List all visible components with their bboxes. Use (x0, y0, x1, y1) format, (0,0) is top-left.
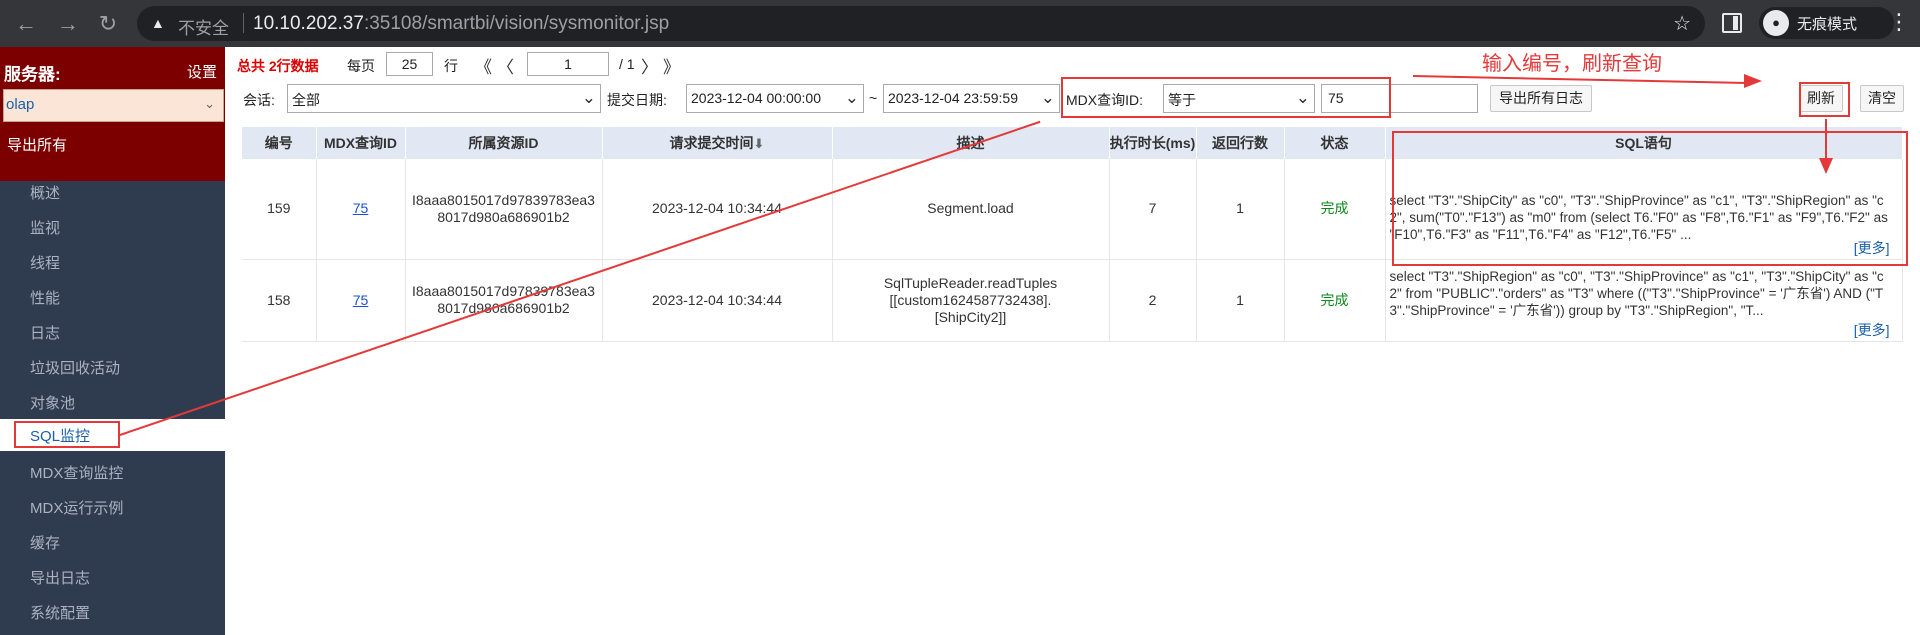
sidebar-item-mdx-query-monitor[interactable]: MDX查询监控 (30, 462, 123, 483)
annotation-box-sql-monitor (14, 421, 120, 448)
page-total: / 1 (619, 56, 635, 72)
cell-row-count: 1 (1196, 259, 1285, 342)
sidebar-item-monitor[interactable]: 监视 (30, 217, 60, 238)
annotation-box-refresh (1799, 82, 1850, 117)
session-label: 会话: (243, 92, 275, 108)
address-bar[interactable]: ▲ 不安全 10.10.202.37:35108/smartbi/vision/… (137, 6, 1705, 41)
next-page-icon[interactable]: 〉 (641, 53, 658, 78)
settings-link[interactable]: 设置 (187, 61, 217, 82)
annotation-line-note (1412, 75, 1753, 85)
table-row: 158 75 I8aaa8015017d97839783ea38017d980a… (242, 259, 1903, 342)
export-all-link[interactable]: 导出所有 (7, 134, 67, 155)
last-page-icon[interactable]: 》 (663, 53, 680, 78)
date-to-select[interactable]: 2023-12-04 23:59:59 ⌄ (883, 84, 1060, 113)
cell-mdx-id: 75 (316, 259, 406, 342)
col-header-status[interactable]: 状态 (1284, 127, 1386, 159)
cell-id: 159 (242, 159, 317, 260)
total-count: 总共 2行数据 (237, 58, 319, 74)
prev-page-icon[interactable]: 〈 (497, 53, 514, 78)
clear-button[interactable]: 清空 (1860, 85, 1904, 112)
col-header-mdx-id[interactable]: MDX查询ID (316, 127, 406, 159)
sql-text: select "T3"."ShipRegion" as "c0", "T3"."… (1389, 268, 1884, 318)
col-header-id[interactable]: 编号 (242, 127, 317, 159)
export-all-logs-button[interactable]: 导出所有日志 (1490, 85, 1592, 112)
chevron-down-icon: ⌄ (1040, 88, 1055, 107)
col-header-row-count[interactable]: 返回行数 (1196, 127, 1285, 159)
incognito-badge[interactable]: ● 无痕模式 (1759, 7, 1894, 39)
chevron-down-icon: ⌄ (581, 88, 596, 107)
cell-id: 158 (242, 259, 317, 342)
sidebar-item-log[interactable]: 日志 (30, 322, 60, 343)
chevron-down-icon: ⌄ (844, 88, 859, 107)
incognito-icon: ● (1763, 10, 1789, 36)
sidebar-item-threads[interactable]: 线程 (30, 252, 60, 273)
cell-mdx-id: 75 (316, 159, 406, 260)
chevron-down-icon: ⌄ (204, 96, 215, 111)
first-page-icon[interactable]: 《 (475, 53, 492, 78)
cell-submit-time: 2023-12-04 10:34:44 (602, 159, 833, 260)
back-icon[interactable]: ← (12, 10, 40, 38)
forward-icon[interactable]: → (54, 10, 82, 38)
omnibox-divider (243, 13, 244, 33)
annotation-note: 输入编号，刷新查询 (1482, 53, 1662, 75)
sidebar-item-mdx-examples[interactable]: MDX运行示例 (30, 497, 123, 518)
cell-status: 完成 (1284, 159, 1386, 260)
cell-duration: 2 (1109, 259, 1197, 342)
sidebar: 服务器: 设置 olap ⌄ 导出所有 概述 监视 线程 性能 日志 垃圾回收活… (0, 47, 225, 635)
session-select[interactable]: 全部 ⌄ (287, 84, 601, 113)
sidebar-item-object-pool[interactable]: 对象池 (30, 392, 75, 413)
arrowhead-down-icon (1819, 158, 1833, 174)
submit-date-label: 提交日期: (607, 92, 667, 108)
annotation-box-sql (1392, 131, 1908, 266)
per-page-label: 每页 (347, 58, 375, 74)
cell-description: SqlTupleReader.readTuples [[custom162458… (832, 259, 1110, 342)
server-select-value: olap (6, 96, 35, 113)
cell-resource-id: I8aaa8015017d97839783ea38017d980a686901b… (405, 159, 603, 260)
col-header-duration[interactable]: 执行时长(ms) (1109, 127, 1197, 159)
sidebar-item-performance[interactable]: 性能 (30, 287, 60, 308)
server-select[interactable]: olap ⌄ (3, 89, 224, 122)
sidebar-item-system-config[interactable]: 系统配置 (30, 602, 90, 623)
annotation-line-refresh (1825, 119, 1827, 161)
page-number-input[interactable]: 1 (527, 52, 609, 76)
insecure-label: 不安全 (178, 19, 229, 38)
date-to-value: 2023-12-04 23:59:59 (888, 90, 1018, 106)
date-from-value: 2023-12-04 00:00:00 (691, 90, 821, 106)
sidebar-item-overview[interactable]: 概述 (30, 182, 60, 203)
col-header-resource-id[interactable]: 所属资源ID (405, 127, 603, 159)
cell-row-count: 1 (1196, 159, 1285, 260)
sort-desc-icon[interactable]: ⬇ (754, 136, 765, 151)
url-text[interactable]: 10.10.202.37:35108/smartbi/vision/sysmon… (253, 13, 669, 35)
warning-icon: ▲ (151, 15, 165, 31)
sidebar-item-gc[interactable]: 垃圾回收活动 (30, 357, 120, 378)
annotation-box-mdx-filter (1061, 77, 1391, 118)
per-page-input[interactable]: 25 (386, 52, 433, 76)
col-header-submit-time[interactable]: 请求提交时间⬇ (602, 127, 833, 159)
cell-sql: select "T3"."ShipRegion" as "c0", "T3"."… (1385, 259, 1903, 342)
bookmark-star-icon[interactable]: ☆ (1673, 11, 1691, 36)
cell-description: Segment.load (832, 159, 1110, 260)
mdx-id-link[interactable]: 75 (353, 200, 369, 216)
kebab-menu-icon[interactable]: ⋮ (1888, 9, 1910, 35)
mdx-id-link[interactable]: 75 (353, 292, 369, 308)
col-header-description[interactable]: 描述 (832, 127, 1110, 159)
side-panel-icon[interactable] (1722, 13, 1742, 33)
sidebar-item-export-log[interactable]: 导出日志 (30, 567, 90, 588)
more-link[interactable]: [更多] (1854, 322, 1890, 339)
cell-submit-time: 2023-12-04 10:34:44 (602, 259, 833, 342)
reload-icon[interactable]: ↻ (94, 10, 122, 38)
cell-duration: 7 (1109, 159, 1197, 260)
sidebar-header: 服务器: 设置 olap ⌄ 导出所有 (0, 47, 225, 181)
sidebar-item-cache[interactable]: 缓存 (30, 532, 60, 553)
session-select-value: 全部 (292, 92, 320, 108)
date-from-select[interactable]: 2023-12-04 00:00:00 ⌄ (686, 84, 864, 113)
cell-status: 完成 (1284, 259, 1386, 342)
rows-label: 行 (444, 58, 458, 74)
server-label: 服务器: (4, 65, 61, 84)
arrowhead-right-icon (1744, 74, 1762, 88)
col-header-label: 请求提交时间 (669, 135, 754, 151)
date-range-separator: ~ (869, 90, 878, 106)
incognito-label: 无痕模式 (1797, 16, 1858, 33)
browser-toolbar: ← → ↻ ▲ 不安全 10.10.202.37:35108/smartbi/v… (0, 0, 1920, 47)
